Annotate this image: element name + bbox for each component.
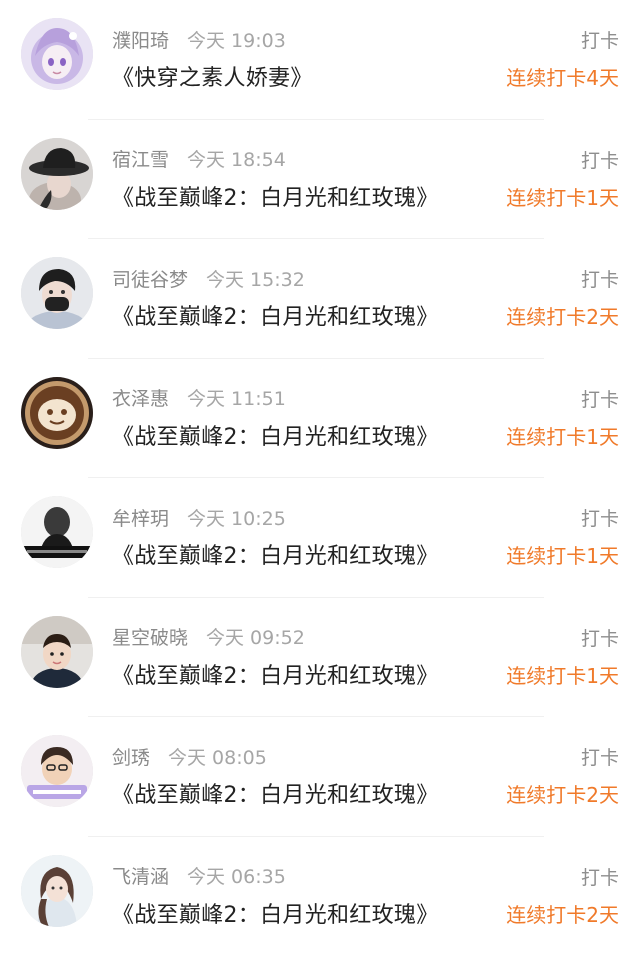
timestamp: 今天 18:54 [187, 145, 286, 172]
entry-meta: 衣泽惠 今天 11:51 [112, 385, 286, 411]
checkin-label: 打卡 [581, 146, 619, 173]
avatar[interactable] [21, 257, 93, 329]
anime-girl-avatar-icon [21, 18, 93, 90]
checkin-label: 打卡 [581, 504, 619, 531]
timestamp: 今天 19:03 [187, 26, 286, 53]
latte-art-avatar-icon [21, 377, 93, 449]
timestamp: 今天 10:25 [187, 504, 286, 531]
avatar[interactable] [21, 377, 93, 449]
streak-badge: 连续打卡2天 [506, 779, 619, 808]
list-item[interactable]: 司徒谷梦 今天 15:32 《战至巅峰2：白月光和红玫瑰》 打卡 连续打卡2天 [0, 239, 640, 359]
book-title[interactable]: 《快穿之素人娇妻》 [112, 60, 313, 92]
user-name[interactable]: 衣泽惠 [112, 384, 169, 411]
book-title[interactable]: 《战至巅峰2：白月光和红玫瑰》 [112, 777, 439, 809]
list-item[interactable]: 宿江雪 今天 18:54 《战至巅峰2：白月光和红玫瑰》 打卡 连续打卡1天 [0, 120, 640, 240]
streak-badge: 连续打卡1天 [506, 182, 619, 211]
entry-meta: 星空破晓 今天 09:52 [112, 624, 305, 650]
entry-meta: 飞清涵 今天 06:35 [112, 863, 286, 889]
list-item[interactable]: 衣泽惠 今天 11:51 《战至巅峰2：白月光和红玫瑰》 打卡 连续打卡1天 [0, 359, 640, 479]
checkin-list: 濮阳琦 今天 19:03 《快穿之素人娇妻》 打卡 连续打卡4天 宿江雪 今天 … [0, 0, 640, 953]
streak-badge: 连续打卡1天 [506, 660, 619, 689]
streak-badge: 连续打卡2天 [506, 301, 619, 330]
child-avatar-icon [21, 616, 93, 688]
list-item[interactable]: 星空破晓 今天 09:52 《战至巅峰2：白月光和红玫瑰》 打卡 连续打卡1天 [0, 598, 640, 718]
book-title[interactable]: 《战至巅峰2：白月光和红玫瑰》 [112, 299, 439, 331]
timestamp: 今天 06:35 [187, 862, 286, 889]
entry-meta: 剑琇 今天 08:05 [112, 743, 267, 769]
entry-meta: 濮阳琦 今天 19:03 [112, 26, 286, 52]
entry-meta: 司徒谷梦 今天 15:32 [112, 265, 305, 291]
streak-badge: 连续打卡2天 [506, 899, 619, 928]
avatar[interactable] [21, 616, 93, 688]
checkin-label: 打卡 [581, 863, 619, 890]
bw-portrait-avatar-icon [21, 496, 93, 568]
streak-badge: 连续打卡1天 [506, 421, 619, 450]
list-item[interactable]: 飞清涵 今天 06:35 《战至巅峰2：白月光和红玫瑰》 打卡 连续打卡2天 [0, 837, 640, 956]
timestamp: 今天 15:32 [206, 265, 305, 292]
illustrated-girl-avatar-icon [21, 855, 93, 927]
user-name[interactable]: 剑琇 [112, 743, 150, 770]
user-name[interactable]: 司徒谷梦 [112, 265, 188, 292]
cartoon-boy-avatar-icon [21, 735, 93, 807]
checkin-label: 打卡 [581, 26, 619, 53]
book-title[interactable]: 《战至巅峰2：白月光和红玫瑰》 [112, 538, 439, 570]
user-name[interactable]: 飞清涵 [112, 862, 169, 889]
checkin-label: 打卡 [581, 265, 619, 292]
book-title[interactable]: 《战至巅峰2：白月光和红玫瑰》 [112, 419, 439, 451]
user-name[interactable]: 濮阳琦 [112, 26, 169, 53]
avatar[interactable] [21, 138, 93, 210]
user-name[interactable]: 牟梓玥 [112, 504, 169, 531]
book-title[interactable]: 《战至巅峰2：白月光和红玫瑰》 [112, 180, 439, 212]
list-item[interactable]: 牟梓玥 今天 10:25 《战至巅峰2：白月光和红玫瑰》 打卡 连续打卡1天 [0, 478, 640, 598]
avatar[interactable] [21, 735, 93, 807]
checkin-label: 打卡 [581, 624, 619, 651]
avatar[interactable] [21, 18, 93, 90]
book-title[interactable]: 《战至巅峰2：白月光和红玫瑰》 [112, 658, 439, 690]
entry-meta: 宿江雪 今天 18:54 [112, 146, 286, 172]
masked-man-avatar-icon [21, 257, 93, 329]
timestamp: 今天 11:51 [187, 384, 286, 411]
list-item[interactable]: 濮阳琦 今天 19:03 《快穿之素人娇妻》 打卡 连续打卡4天 [0, 0, 640, 120]
checkin-label: 打卡 [581, 385, 619, 412]
streak-badge: 连续打卡1天 [506, 540, 619, 569]
checkin-label: 打卡 [581, 743, 619, 770]
user-name[interactable]: 星空破晓 [112, 623, 188, 650]
streak-badge: 连续打卡4天 [506, 62, 619, 91]
timestamp: 今天 08:05 [168, 743, 267, 770]
list-item[interactable]: 剑琇 今天 08:05 《战至巅峰2：白月光和红玫瑰》 打卡 连续打卡2天 [0, 717, 640, 837]
entry-meta: 牟梓玥 今天 10:25 [112, 504, 286, 530]
avatar[interactable] [21, 855, 93, 927]
book-title[interactable]: 《战至巅峰2：白月光和红玫瑰》 [112, 897, 439, 929]
user-name[interactable]: 宿江雪 [112, 145, 169, 172]
timestamp: 今天 09:52 [206, 623, 305, 650]
avatar[interactable] [21, 496, 93, 568]
hat-woman-avatar-icon [21, 138, 93, 210]
